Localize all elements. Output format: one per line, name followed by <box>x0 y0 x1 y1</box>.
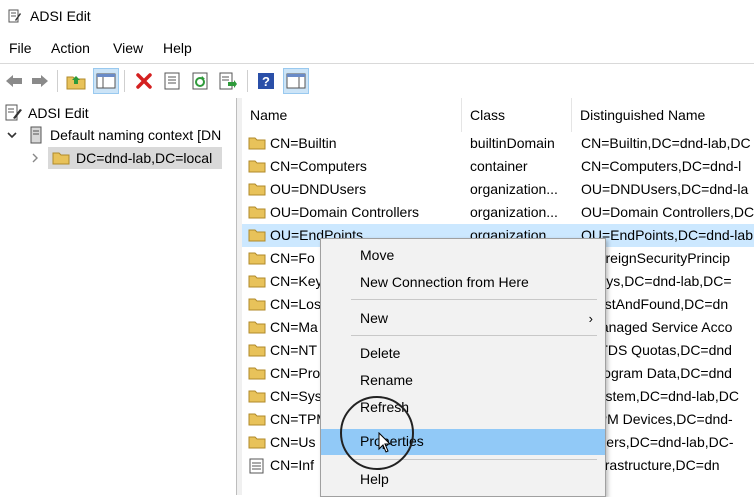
tree-item-label: ADSI Edit <box>28 105 89 121</box>
tree-pane: ADSI Edit Default naming context [DN DC=… <box>0 98 237 495</box>
cell-class: organization... <box>470 181 558 197</box>
folder-icon <box>248 344 266 357</box>
menu-item-label: Move <box>360 247 395 263</box>
table-row[interactable]: OU=Domain Controllers organization... OU=D… <box>242 201 754 224</box>
cell-distinguished-name: =ForeignSecurityPrincip <box>581 250 731 266</box>
menu-file[interactable]: File <box>9 40 32 56</box>
chevron-right-icon[interactable] <box>30 152 40 164</box>
help-icon[interactable]: ? <box>254 69 278 93</box>
column-header-name[interactable]: Name <box>242 98 462 132</box>
show-hide-action-pane-icon[interactable] <box>283 68 309 94</box>
table-row[interactable]: CN=Computers container CN=Computers,DC=dnd… <box>242 155 754 178</box>
cell-class: container <box>470 158 528 174</box>
cell-class: organization... <box>470 204 558 220</box>
tree-item-default-naming-context[interactable]: Default naming context [DN <box>6 124 221 146</box>
mouse-pointer-icon <box>378 432 392 453</box>
up-folder-icon[interactable] <box>64 69 88 93</box>
tree-item-adsi-edit[interactable]: ADSI Edit <box>4 102 89 124</box>
cell-distinguished-name: =Users,DC=dnd-lab,DC- <box>581 434 734 450</box>
column-header-distinguished-name[interactable]: Distinguished Name <box>572 98 754 132</box>
context-menu-new-connection[interactable]: New Connection from Here <box>321 270 605 296</box>
title-bar: ADSI Edit <box>0 0 754 34</box>
cell-distinguished-name: =NTDS Quotas,DC=dnd <box>581 342 732 358</box>
menu-item-label: Delete <box>360 345 401 361</box>
folder-icon <box>248 229 266 242</box>
menu-separator <box>351 335 597 336</box>
cell-name: CN=Computers <box>270 158 367 174</box>
server-icon <box>30 126 42 144</box>
folder-icon <box>248 252 266 265</box>
cell-name: OU=DNDUsers <box>270 181 367 197</box>
table-row[interactable]: CN=Builtin builtinDomain CN=Builtin,DC=dnd… <box>242 132 754 155</box>
folder-icon <box>248 206 266 219</box>
folder-icon <box>248 390 266 403</box>
cell-distinguished-name: OU=Domain Controllers,DC <box>581 204 754 220</box>
tree-item-domain[interactable]: DC=dnd-lab,DC=local <box>30 147 223 169</box>
menu-action[interactable]: Action <box>51 40 90 56</box>
cell-distinguished-name: OU=DNDUsers,DC=dnd-la <box>581 181 749 197</box>
svg-text:?: ? <box>262 74 270 89</box>
context-menu-help[interactable]: Help <box>321 467 605 493</box>
column-header-class[interactable]: Class <box>462 98 572 132</box>
folder-icon <box>52 152 70 165</box>
adsi-edit-app-icon <box>8 9 21 23</box>
folder-icon <box>248 160 266 173</box>
cell-distinguished-name: =Managed Service Acco <box>581 319 733 335</box>
toolbar-separator <box>124 70 125 92</box>
tree-item-label: Default naming context [DN <box>50 127 222 143</box>
cell-distinguished-name: =Program Data,DC=dnd <box>581 365 732 381</box>
menu-view[interactable]: View <box>113 40 143 56</box>
cell-distinguished-name: CN=Builtin,DC=dnd-lab,DC <box>581 135 751 151</box>
context-menu-rename[interactable]: Rename <box>321 368 605 394</box>
refresh-icon[interactable] <box>188 69 212 93</box>
folder-icon <box>248 367 266 380</box>
tree-item-selection: DC=dnd-lab,DC=local <box>48 147 223 169</box>
menu-bar: File Action View Help <box>0 38 754 60</box>
menu-item-label: New Connection from Here <box>360 274 529 290</box>
show-hide-tree-icon[interactable] <box>93 68 119 94</box>
object-icon <box>249 458 264 474</box>
back-arrow-icon[interactable] <box>2 69 26 93</box>
toolbar-separator <box>247 70 248 92</box>
properties-icon[interactable] <box>160 69 184 93</box>
table-row[interactable]: OU=DNDUsers organization... OU=DNDUsers,DC… <box>242 178 754 201</box>
cell-name: CN=Builtin <box>270 135 337 151</box>
tree-item-label: DC=dnd-lab,DC=local <box>76 150 213 166</box>
context-menu-new[interactable]: New › <box>321 306 605 332</box>
menu-item-label: New <box>360 310 389 326</box>
cell-distinguished-name: =Infrastructure,DC=dn <box>581 457 720 473</box>
folder-icon <box>248 183 266 196</box>
folder-icon <box>248 436 266 449</box>
submenu-arrow-icon: › <box>588 311 593 326</box>
cell-distinguished-name: =Keys,DC=dnd-lab,DC= <box>581 273 732 289</box>
delete-icon[interactable] <box>132 69 156 93</box>
menu-item-label: Rename <box>360 372 413 388</box>
click-highlight-circle <box>340 396 414 470</box>
folder-icon <box>248 413 266 426</box>
cell-distinguished-name: =TPM Devices,DC=dnd- <box>581 411 733 427</box>
context-menu-move[interactable]: Move <box>321 243 605 269</box>
folder-icon <box>248 137 266 150</box>
menu-item-label: Help <box>360 471 389 487</box>
toolbar: ? <box>0 63 754 99</box>
folder-icon <box>248 275 266 288</box>
folder-icon <box>248 298 266 311</box>
window-title: ADSI Edit <box>30 8 91 24</box>
cell-distinguished-name: =System,DC=dnd-lab,DC <box>581 388 739 404</box>
menu-separator <box>351 299 597 300</box>
cell-distinguished-name: OU=EndPoints,DC=dnd-lab <box>581 227 753 243</box>
cell-name: OU=Domain Controllers <box>270 204 419 220</box>
export-list-icon[interactable] <box>216 69 240 93</box>
adsi-edit-icon <box>5 104 22 121</box>
cell-class: builtinDomain <box>470 135 555 151</box>
context-menu-delete[interactable]: Delete <box>321 341 605 367</box>
toolbar-separator <box>57 70 58 92</box>
menu-help[interactable]: Help <box>163 40 192 56</box>
folder-icon <box>248 321 266 334</box>
chevron-down-icon[interactable] <box>6 129 18 141</box>
cell-distinguished-name: CN=Computers,DC=dnd-l <box>581 158 742 174</box>
cell-distinguished-name: =LostAndFound,DC=dn <box>581 296 729 312</box>
forward-arrow-icon[interactable] <box>28 69 52 93</box>
